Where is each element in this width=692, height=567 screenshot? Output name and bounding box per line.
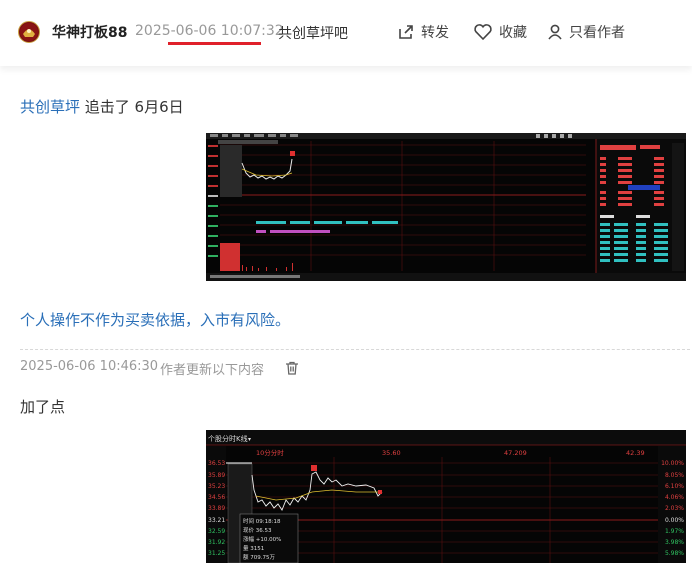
price-tick: 36.53 <box>208 460 225 467</box>
post-line-1: 共创草坪 追击了 6月6日 <box>20 96 184 117</box>
price-tick: 35.23 <box>208 483 225 490</box>
share-icon <box>399 25 413 39</box>
price-tick: 33.89 <box>208 505 225 512</box>
post-image-2[interactable]: 个股分时K线 ▾ 10分分时 35.60 47.209 42.39 36.53 … <box>206 430 686 564</box>
post-time: 2025-06-06 10:07:32 <box>135 23 284 39</box>
highlight-underline <box>168 42 261 45</box>
pct-tick: 5.98% <box>665 550 684 557</box>
price-tick: 35.89 <box>208 472 225 479</box>
tooltip-price: 现价 36.53 <box>243 527 272 534</box>
share-label: 转发 <box>421 25 449 41</box>
update-divider <box>20 349 690 350</box>
price-tick: 31.25 <box>208 550 225 557</box>
update-note: 作者更新以下内容 <box>160 363 265 378</box>
heart-icon <box>474 24 492 41</box>
update-text: 加了点 <box>20 398 66 416</box>
chart-tab[interactable]: 10分分时 <box>256 448 284 457</box>
pct-tick: 10.00% <box>661 460 684 467</box>
pct-tick: 0.00% <box>665 517 684 524</box>
pct-tick: 4.06% <box>665 494 684 501</box>
chart-tab[interactable]: 47.209 <box>504 449 527 457</box>
post-line-1-text: 追击了 6月6日 <box>80 98 184 116</box>
post-image-1[interactable] <box>206 133 686 281</box>
trading-screenshot-2: 个股分时K线 ▾ 10分分时 35.60 47.209 42.39 36.53 … <box>206 430 686 564</box>
trading-screenshot-1 <box>206 133 686 281</box>
delete-button[interactable] <box>285 360 299 379</box>
avatar[interactable] <box>18 21 40 43</box>
pct-tick: 3.98% <box>665 539 684 546</box>
author-name[interactable]: 华神打板88 <box>52 22 127 42</box>
chart-tab[interactable]: 35.60 <box>382 449 401 457</box>
favorite-button[interactable]: 收藏 <box>473 22 527 42</box>
price-tick: 31.92 <box>208 539 225 546</box>
price-tick: 33.21 <box>208 517 225 524</box>
tooltip-volume: 量 3151 <box>243 545 264 552</box>
favorite-label: 收藏 <box>499 25 527 41</box>
author-only-label: 只看作者 <box>569 25 625 41</box>
share-button[interactable]: 转发 <box>397 22 449 42</box>
pct-tick: 6.10% <box>665 483 684 490</box>
author-only-button[interactable]: 只看作者 <box>547 22 625 42</box>
price-tick: 32.59 <box>208 528 225 535</box>
pct-tick: 8.05% <box>665 472 684 479</box>
trash-icon <box>286 361 298 375</box>
pct-tick: 1.97% <box>665 528 684 535</box>
pct-tick: 2.03% <box>665 505 684 512</box>
post-header: 华神打板88 2025-06-06 10:07:32 共创草坪吧 转发 收藏 只… <box>0 0 692 66</box>
tooltip-change: 涨幅 +10.00% <box>243 535 281 543</box>
update-time: 2025-06-06 10:46:30 <box>20 359 159 374</box>
tooltip-amount: 额 709.75万 <box>243 553 275 561</box>
disclaimer-text: 个人操作不作为买卖依据，入市有风险。 <box>20 311 291 329</box>
stock-link[interactable]: 共创草坪 <box>20 98 80 116</box>
person-icon <box>548 24 562 40</box>
price-tick: 34.56 <box>208 494 225 501</box>
chart-tab[interactable]: 42.39 <box>626 449 645 457</box>
tooltip-time: 时间 09:18:18 <box>243 517 281 525</box>
chart-dropdown-icon[interactable]: ▾ <box>248 436 251 443</box>
avatar-image <box>20 23 38 41</box>
forum-topic[interactable]: 共创草坪吧 <box>278 23 348 43</box>
chart-title: 个股分时K线 <box>208 434 248 443</box>
